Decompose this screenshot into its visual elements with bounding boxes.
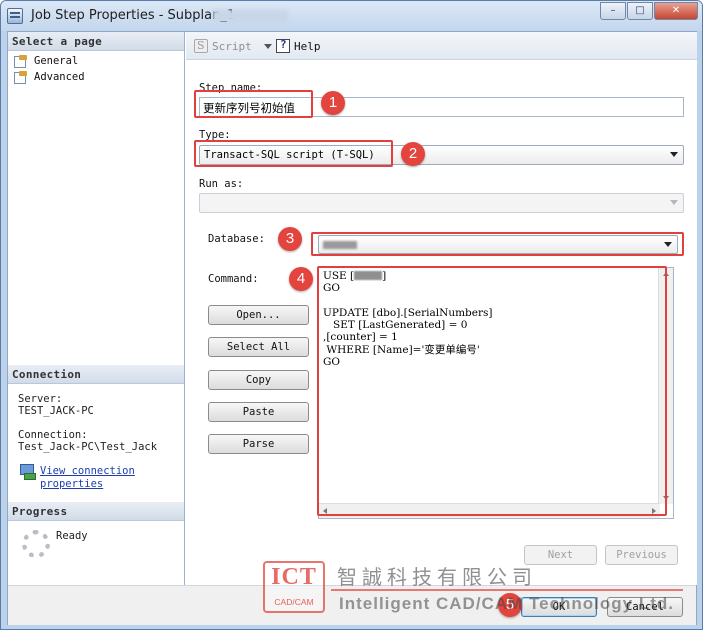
script-icon xyxy=(194,39,208,53)
page-icon xyxy=(14,71,28,84)
title-bar[interactable]: Job Step Properties - Subplan_1 – □ ✕ xyxy=(1,1,702,31)
help-icon xyxy=(276,38,290,53)
link-line-1: View connection xyxy=(40,465,135,477)
callout-number-3: 3 xyxy=(278,227,302,251)
page-icon xyxy=(14,55,28,68)
chevron-down-icon xyxy=(670,152,678,157)
close-button[interactable]: ✕ xyxy=(654,2,698,20)
select-all-button[interactable]: Select All xyxy=(208,337,309,357)
server-value: TEST_JACK-PC xyxy=(18,405,94,417)
link-line-2: properties xyxy=(40,478,104,490)
run-as-select[interactable] xyxy=(199,193,684,213)
watermark-chinese-text: 智誠科技有限公司 xyxy=(337,565,537,589)
connection-label: Connection: xyxy=(18,429,88,441)
callout-box-step-name xyxy=(194,90,313,118)
chevron-down-icon xyxy=(670,200,678,205)
progress-status: Ready xyxy=(56,530,88,542)
blurred-title-text xyxy=(213,10,288,22)
callout-number-4: 4 xyxy=(289,267,313,291)
paste-button[interactable]: Paste xyxy=(208,402,309,422)
help-label: Help xyxy=(294,39,321,53)
callout-number-2: 2 xyxy=(401,142,425,166)
connection-value: Test_Jack-PC\Test_Jack xyxy=(18,441,158,453)
watermark-logo-subtext: CAD/CAM xyxy=(274,597,314,607)
dialog-window: Job Step Properties - Subplan_1 – □ ✕ Se… xyxy=(0,0,703,630)
select-page-header: Select a page xyxy=(8,32,184,51)
page-item-label: General xyxy=(34,55,79,67)
watermark-logo-text: ICT xyxy=(271,564,317,590)
callout-box-command xyxy=(317,266,667,516)
progress-header: Progress xyxy=(8,502,184,521)
window-title: Job Step Properties - Subplan_1 xyxy=(31,8,236,23)
connection-header: Connection xyxy=(8,365,184,384)
window-controls: – □ ✕ xyxy=(599,2,698,20)
maximize-button[interactable]: □ xyxy=(627,2,653,20)
previous-button[interactable]: Previous xyxy=(605,545,678,565)
toolbar: Script Help xyxy=(186,32,697,60)
help-button[interactable]: Help xyxy=(276,38,321,53)
connection-icon xyxy=(20,464,36,480)
watermark-logo: ICT CAD/CAM xyxy=(263,561,325,613)
open-button[interactable]: Open... xyxy=(208,305,309,325)
command-label: Command: xyxy=(208,273,259,285)
left-panel: Select a page General Advanced Connectio… xyxy=(8,32,185,585)
callout-number-1: 1 xyxy=(321,91,345,115)
minimize-button[interactable]: – xyxy=(600,2,626,20)
script-label: Script xyxy=(212,39,252,53)
app-icon xyxy=(7,8,23,24)
view-connection-properties-link[interactable]: View connection properties xyxy=(40,465,135,491)
page-item-advanced[interactable]: Advanced xyxy=(14,71,85,84)
copy-button[interactable]: Copy xyxy=(208,370,309,390)
page-item-label: Advanced xyxy=(34,71,85,83)
script-button[interactable]: Script xyxy=(194,39,272,53)
server-label: Server: xyxy=(18,393,63,405)
chevron-down-icon[interactable] xyxy=(263,43,272,49)
watermark-english-text: Intelligent CAD/CAM Technology Ltd. xyxy=(339,594,674,613)
watermark-divider xyxy=(331,589,683,591)
callout-box-database xyxy=(311,232,684,256)
database-label: Database: xyxy=(208,233,265,245)
run-as-label: Run as: xyxy=(199,178,244,190)
page-item-general[interactable]: General xyxy=(14,55,79,68)
parse-button[interactable]: Parse xyxy=(208,434,309,454)
progress-spinner-icon xyxy=(22,530,50,558)
callout-box-type xyxy=(194,140,393,167)
